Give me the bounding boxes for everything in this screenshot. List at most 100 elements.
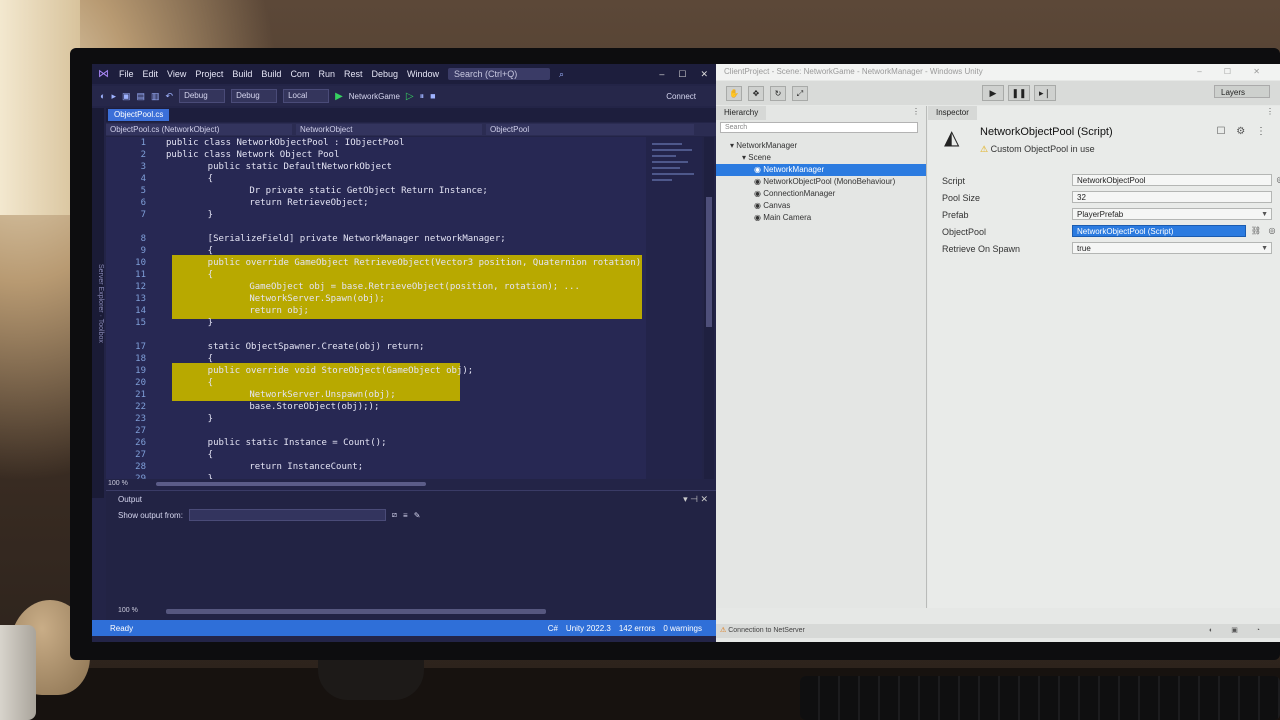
code-text[interactable]: { xyxy=(186,245,213,257)
menu-build-2[interactable]: Build xyxy=(261,69,281,79)
search-icon[interactable]: ⌕ xyxy=(559,69,564,80)
close-icon[interactable]: ✕ xyxy=(700,69,708,80)
code-line[interactable]: 1 public class NetworkObjectPool : IObjec… xyxy=(106,137,702,149)
play-icon[interactable]: ▶ xyxy=(982,85,1004,101)
hierarchy-item[interactable]: ▾ NetworkManager xyxy=(716,140,926,152)
platform-dropdown[interactable]: Local xyxy=(283,89,330,103)
hierarchy-item[interactable]: ▾ Scene xyxy=(716,152,926,164)
menu-com[interactable]: Com xyxy=(290,69,309,79)
script-field[interactable]: NetworkObjectPool xyxy=(1072,174,1272,186)
code-text[interactable]: { xyxy=(186,449,213,461)
tool-icon[interactable]: ✎ xyxy=(414,511,421,520)
code-text[interactable]: } xyxy=(186,473,213,479)
forward-icon[interactable]: ▸ xyxy=(111,91,116,102)
status-errors[interactable]: 142 errors xyxy=(619,624,655,633)
hand-tool-icon[interactable]: ✋ xyxy=(726,86,742,101)
code-text[interactable]: return InstanceCount; xyxy=(206,461,363,473)
window-controls[interactable]: – ☐ ✕ xyxy=(1197,64,1270,80)
member-nav-dropdown[interactable]: ObjectPool xyxy=(486,124,694,135)
vs-search-box[interactable]: Search (Ctrl+Q) xyxy=(448,68,551,80)
pool-size-input[interactable]: 32 xyxy=(1072,191,1272,203)
panel-menu-icon[interactable]: ⋮ xyxy=(912,107,920,116)
object-picker-icon[interactable]: ◎ xyxy=(1274,174,1280,186)
pause-icon[interactable]: ⏸ xyxy=(420,91,425,102)
code-text[interactable]: public override void StoreObject(GameObj… xyxy=(186,365,474,377)
hierarchy-item[interactable]: ◉ Main Camera xyxy=(716,212,926,224)
code-text[interactable]: public class NetworkObjectPool : IObject… xyxy=(166,137,404,149)
hierarchy-search-input[interactable]: Search xyxy=(720,122,918,133)
code-line[interactable]: 11 { xyxy=(106,269,702,281)
move-tool-icon[interactable]: ✥ xyxy=(748,86,764,101)
tab-hierarchy[interactable]: Hierarchy xyxy=(716,106,767,120)
layout-dropdown[interactable]: Layers xyxy=(1214,85,1270,98)
hierarchy-item[interactable]: ◉ NetworkManager xyxy=(716,164,926,176)
solution-config-dropdown[interactable]: Debug xyxy=(179,89,226,103)
status-unity-version[interactable]: Unity 2022.3 xyxy=(566,624,611,633)
close-icon[interactable]: ✕ xyxy=(700,494,708,504)
save-icon[interactable]: ▤ xyxy=(136,91,145,102)
retrieve-on-spawn-dropdown[interactable]: true ▼ xyxy=(1072,242,1272,254)
menu-window[interactable]: Window xyxy=(407,69,439,79)
code-text[interactable]: public static Instance = Count(); xyxy=(186,437,387,449)
server-explorer-strip[interactable]: Server Explorer · Toolbox xyxy=(92,108,104,498)
object-picker-icon[interactable]: ◎ xyxy=(1266,225,1278,237)
code-line[interactable]: 10 public override GameObject RetrieveOb… xyxy=(106,257,702,269)
link-icon[interactable]: ⛓ xyxy=(1250,225,1262,237)
code-text[interactable]: return RetrieveObject; xyxy=(206,197,368,209)
code-line[interactable]: 29 } xyxy=(106,473,702,479)
pin-icon[interactable]: ▾ ⊣ xyxy=(683,494,698,504)
code-line[interactable]: 3 public static DefaultNetworkObject xyxy=(106,161,702,173)
code-line[interactable]: 5 Dr private static GetObject Return Ins… xyxy=(106,185,702,197)
prefab-dropdown[interactable]: PlayerPrefab ▼ xyxy=(1072,208,1272,220)
save-all-icon[interactable]: ▥ xyxy=(151,91,160,102)
code-text[interactable]: GameObject obj = base.RetrieveObject(pos… xyxy=(206,281,580,293)
menu-build[interactable]: Build xyxy=(232,69,252,79)
connect-button[interactable]: Connect xyxy=(666,92,716,101)
code-line[interactable]: 15 } xyxy=(106,317,702,329)
objectpool-field[interactable]: NetworkObjectPool (Script) xyxy=(1072,225,1246,237)
code-line[interactable]: 23 } xyxy=(106,413,702,425)
status-icons[interactable]: ◐ ▣ ◔ xyxy=(1209,624,1268,638)
code-line[interactable]: 26 public static Instance = Count(); xyxy=(106,437,702,449)
code-text[interactable]: } xyxy=(186,413,213,425)
code-line[interactable]: 28 return InstanceCount; xyxy=(106,461,702,473)
status-message[interactable]: Connection to NetServer xyxy=(728,627,805,634)
hierarchy-item[interactable]: ◉ NetworkObjectPool (MonoBehaviour) xyxy=(716,176,926,188)
code-text[interactable]: { xyxy=(186,173,213,185)
code-text[interactable]: { xyxy=(186,377,213,389)
rotate-tool-icon[interactable]: ↻ xyxy=(770,86,786,101)
code-text[interactable]: base.StoreObject(obj);); xyxy=(206,401,379,413)
project-nav-dropdown[interactable]: ObjectPool.cs (NetworkObject) xyxy=(106,124,292,135)
stop-icon[interactable]: ■ xyxy=(430,91,435,101)
scale-tool-icon[interactable]: ⤢ xyxy=(792,86,808,101)
menu-edit[interactable]: Edit xyxy=(143,69,159,79)
tab-objectpool[interactable]: ObjectPool.cs xyxy=(108,109,170,121)
code-editor[interactable]: 1 public class NetworkObjectPool : IObjec… xyxy=(106,137,702,479)
code-line[interactable]: 8 [SerializeField] private NetworkManage… xyxy=(106,233,702,245)
scroll-thumb[interactable] xyxy=(156,482,426,486)
code-minimap[interactable] xyxy=(646,137,702,479)
start-without-debug-icon[interactable]: ▷ xyxy=(406,91,414,102)
status-warnings[interactable]: 0 warnings xyxy=(663,624,702,633)
type-nav-dropdown[interactable]: NetworkObject xyxy=(296,124,482,135)
code-text[interactable]: } xyxy=(186,317,213,329)
menu-file[interactable]: File xyxy=(119,69,134,79)
clear-icon[interactable]: ⧄ xyxy=(392,510,397,520)
start-debug-icon[interactable]: ▶ xyxy=(335,91,343,102)
scroll-thumb[interactable] xyxy=(706,197,712,327)
step-icon[interactable]: ▸❘ xyxy=(1034,85,1056,101)
menu-run[interactable]: Run xyxy=(318,69,335,79)
code-line[interactable]: 2 public class Network Object Pool xyxy=(106,149,702,161)
tab-inspector[interactable]: Inspector xyxy=(928,106,977,120)
code-line[interactable]: 27 xyxy=(106,425,702,437)
component-controls[interactable]: ☐ ⚙ ⋮ xyxy=(1217,126,1271,137)
code-text[interactable]: NetworkServer.Spawn(obj); xyxy=(206,293,384,305)
code-text[interactable]: return obj; xyxy=(206,305,309,317)
new-file-icon[interactable]: ▣ xyxy=(122,91,131,102)
code-line[interactable]: 21 NetworkServer.Unspawn(obj); xyxy=(106,389,702,401)
code-line[interactable]: 13 NetworkServer.Spawn(obj); xyxy=(106,293,702,305)
code-line[interactable]: 18 { xyxy=(106,353,702,365)
output-scrollbar[interactable] xyxy=(166,609,546,614)
code-text[interactable]: NetworkServer.Unspawn(obj); xyxy=(206,389,395,401)
code-text[interactable]: Dr private static GetObject Return Insta… xyxy=(206,185,487,197)
